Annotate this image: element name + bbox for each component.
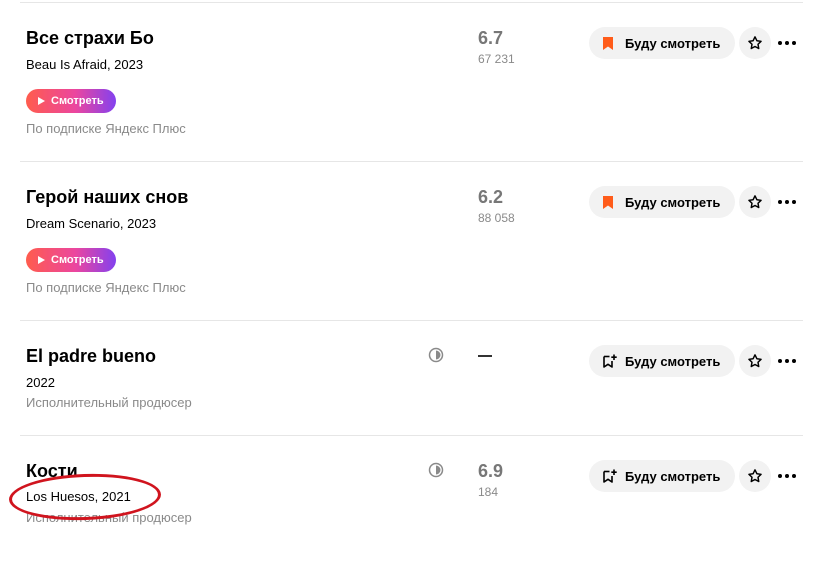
availability-text: По подписке Яндекс Плюс	[26, 280, 186, 295]
half-circle-icon	[428, 462, 444, 478]
separator	[20, 2, 803, 3]
movie-title[interactable]: Герой наших снов	[26, 187, 188, 208]
role-text: Исполнительный продюсер	[26, 395, 192, 410]
more-button[interactable]	[776, 465, 798, 487]
rating-value: 6.7	[478, 28, 504, 48]
separator	[20, 320, 803, 321]
movie-subtitle: Dream Scenario, 2023	[26, 216, 157, 231]
will-watch-label: Буду смотреть	[625, 35, 721, 51]
availability-text: По подписке Яндекс Плюс	[26, 121, 186, 136]
star-icon	[748, 36, 762, 50]
add-bookmark-icon	[603, 354, 617, 368]
more-icon	[778, 359, 782, 363]
bookmark-icon	[603, 195, 613, 209]
rating-value: 6.2	[478, 187, 504, 207]
watch-button-label: Смотреть	[51, 95, 104, 107]
will-watch-label: Буду смотреть	[625, 194, 721, 210]
watch-button[interactable]: Смотреть	[26, 89, 116, 113]
play-icon	[38, 256, 45, 264]
bookmark-icon	[603, 36, 613, 50]
separator	[20, 161, 803, 162]
rating-value: 6.9	[478, 461, 504, 481]
movie-title[interactable]: Все страхи Бо	[26, 28, 154, 49]
more-button[interactable]	[776, 350, 798, 372]
will-watch-button[interactable]: Буду смотреть	[589, 186, 735, 218]
star-button[interactable]	[739, 186, 771, 218]
star-button[interactable]	[739, 345, 771, 377]
play-icon	[38, 97, 45, 105]
half-circle-icon	[428, 347, 444, 363]
will-watch-label: Буду смотреть	[625, 353, 721, 369]
movie-title[interactable]: El padre bueno	[26, 346, 156, 367]
votes-count: 184	[478, 485, 499, 499]
star-button[interactable]	[739, 460, 771, 492]
add-bookmark-icon	[603, 469, 617, 483]
will-watch-button[interactable]: Буду смотреть	[589, 460, 735, 492]
will-watch-label: Буду смотреть	[625, 468, 721, 484]
more-icon	[778, 474, 782, 478]
star-icon	[748, 469, 762, 483]
more-icon	[778, 41, 782, 45]
votes-count: 67 231	[478, 52, 515, 66]
movie-year: 2022	[26, 375, 55, 390]
more-icon	[778, 200, 782, 204]
no-rating-dash	[478, 355, 492, 357]
movie-subtitle: Beau Is Afraid, 2023	[26, 57, 144, 72]
will-watch-button[interactable]: Буду смотреть	[589, 27, 735, 59]
votes-count: 88 058	[478, 211, 515, 225]
separator	[20, 435, 803, 436]
star-button[interactable]	[739, 27, 771, 59]
more-button[interactable]	[776, 32, 798, 54]
star-icon	[748, 195, 762, 209]
star-icon	[748, 354, 762, 368]
watch-button-label: Смотреть	[51, 254, 104, 266]
watch-button[interactable]: Смотреть	[26, 248, 116, 272]
more-button[interactable]	[776, 191, 798, 213]
will-watch-button[interactable]: Буду смотреть	[589, 345, 735, 377]
